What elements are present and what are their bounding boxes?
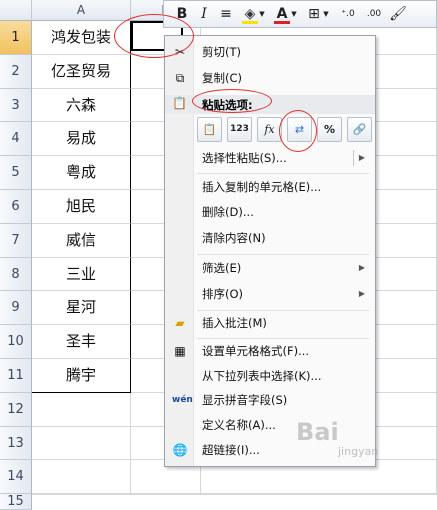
cell-a[interactable]: 星河 (32, 291, 131, 326)
menu-separator (197, 173, 369, 174)
menu-item-insert-comment-label: 插入批注(M) (202, 316, 267, 330)
row-header[interactable]: 13 (0, 426, 32, 461)
fill-color-icon[interactable]: ◈ (240, 4, 260, 24)
menu-item-define-name-label: 定义名称(A)... (202, 418, 276, 432)
submenu-arrow-icon: ▶ (358, 153, 365, 162)
menu-item-delete[interactable]: 删除(D)... (165, 204, 375, 222)
menu-item-pick-from-list-label: 从下拉列表中选择(K)... (202, 369, 322, 383)
phonetic-icon: wén (172, 395, 193, 405)
paste-values-button[interactable]: 123 (227, 117, 252, 142)
menu-item-insert-comment[interactable]: ▰ 插入批注(M) (165, 315, 375, 333)
row-header[interactable]: 8 (0, 257, 32, 292)
cell-a[interactable] (32, 392, 131, 427)
menu-item-hyperlink-label: 超链接(I)... (202, 443, 260, 457)
cell-a[interactable]: 粤成 (32, 156, 131, 190)
annotation-oval-active-cell (114, 14, 194, 58)
watermark-sub: jingyan (338, 445, 379, 458)
menu-item-format-cells-label: 设置单元格格式(F)... (202, 344, 310, 358)
hyperlink-globe-icon: 🌐 (172, 443, 188, 457)
row-header[interactable]: 10 (0, 325, 32, 359)
row-header[interactable]: 3 (0, 88, 32, 123)
cell-a[interactable]: 亿圣贸易 (32, 54, 131, 89)
menu-separator (197, 310, 369, 311)
borders-icon[interactable]: ⊞ (304, 4, 324, 24)
menu-separator (197, 254, 369, 255)
menu-item-format-cells[interactable]: ▦ 设置单元格格式(F)... (165, 343, 375, 361)
submenu-arrow-icon: ▶ (358, 263, 365, 272)
row-header[interactable]: 9 (0, 291, 32, 326)
row-header[interactable]: 5 (0, 156, 32, 190)
menu-item-pick-from-list[interactable]: 从下拉列表中选择(K)... (165, 368, 375, 386)
row-header[interactable]: 12 (0, 392, 32, 427)
paste-link-button[interactable]: 🔗 (347, 117, 372, 142)
row-header[interactable]: 7 (0, 223, 32, 258)
copy-icon: ⧉ (175, 71, 185, 85)
cell-a[interactable]: 圣丰 (32, 325, 131, 359)
watermark-logo: Bai (296, 418, 339, 446)
clipboard-icon: 📋 (172, 96, 187, 110)
menu-divider-bar (353, 150, 354, 166)
cell-a[interactable]: 旭民 (32, 190, 131, 224)
menu-item-filter-label: 筛选(E) (202, 261, 242, 275)
menu-item-cut[interactable]: ✂ 剪切(T) (165, 44, 375, 62)
italic-button[interactable]: I (194, 4, 214, 24)
menu-item-sort[interactable]: 排序(O) ▶ (165, 286, 375, 304)
menu-item-insert-copied-cells-label: 插入复制的单元格(E)... (202, 180, 322, 194)
cell-a[interactable]: 腾宇 (32, 359, 131, 393)
menu-item-define-name[interactable]: 定义名称(A)... (165, 417, 375, 435)
font-color-letter: A (276, 6, 288, 22)
decrease-decimal-icon[interactable]: .00 (362, 4, 386, 24)
menu-item-sort-label: 排序(O) (202, 287, 244, 301)
row-header[interactable]: 4 (0, 122, 32, 157)
menu-item-insert-copied-cells[interactable]: 插入复制的单元格(E)... (165, 179, 375, 197)
menu-item-cut-label: 剪切(T) (202, 45, 241, 59)
cell-a[interactable]: 三业 (32, 257, 131, 292)
paste-formatting-button[interactable]: % (317, 117, 342, 142)
menu-item-clear-contents-label: 清除内容(N) (202, 231, 266, 245)
menu-item-filter[interactable]: 筛选(E) ▶ (165, 260, 375, 278)
mini-toolbar: B I ≡ ◈ ▼ A ▼ ⊞ ▼ ⁺.0 .00 🖌 (163, 0, 437, 28)
annotation-oval-transpose (279, 110, 317, 152)
menu-item-clear-contents[interactable]: 清除内容(N) (165, 230, 375, 248)
cell-a[interactable] (32, 426, 131, 461)
borders-dropdown-icon[interactable]: ▼ (322, 4, 330, 24)
cell-a[interactable] (32, 494, 131, 496)
menu-item-paste-special[interactable]: 选择性粘贴(S)... ▶ (165, 150, 375, 168)
row-header[interactable]: 11 (0, 359, 32, 393)
cell-a[interactable] (32, 460, 131, 495)
cell-a[interactable]: 易成 (32, 122, 131, 157)
annotation-oval-paste-options (192, 89, 272, 113)
submenu-arrow-icon: ▶ (358, 289, 365, 298)
menu-separator (197, 338, 369, 339)
menu-item-copy-label: 复制(C) (202, 71, 243, 85)
row-header[interactable]: 2 (0, 54, 32, 89)
menu-item-copy[interactable]: ⧉ 复制(C) (165, 70, 375, 88)
comment-icon: ▰ (175, 316, 185, 330)
row-header[interactable]: 14 (0, 460, 32, 495)
cell-b[interactable] (131, 494, 201, 496)
menu-item-paste-special-label: 选择性粘贴(S)... (202, 151, 287, 165)
cell-a[interactable]: 威信 (32, 223, 131, 258)
font-color-button[interactable]: A (272, 4, 292, 24)
menu-item-show-phonetic-label: 显示拼音字段(S) (202, 393, 288, 407)
cell-c[interactable] (201, 494, 437, 496)
format-cells-icon: ▦ (174, 344, 186, 358)
column-header-a[interactable]: A (32, 0, 131, 21)
row-header[interactable]: 6 (0, 190, 32, 224)
increase-decimal-icon[interactable]: ⁺.0 (336, 4, 360, 24)
format-painter-icon[interactable]: 🖌 (388, 4, 408, 24)
cell-a[interactable]: 六森 (32, 88, 131, 123)
row-header[interactable]: 15 (0, 494, 32, 510)
menu-item-show-phonetic[interactable]: wén 显示拼音字段(S) (165, 392, 375, 410)
select-all-corner[interactable] (0, 0, 32, 21)
row-header[interactable]: 1 (0, 21, 32, 55)
align-center-icon[interactable]: ≡ (216, 4, 236, 24)
menu-item-delete-label: 删除(D)... (202, 205, 254, 219)
paste-button[interactable]: 📋 (197, 117, 222, 142)
font-color-dropdown-icon[interactable]: ▼ (290, 4, 298, 24)
fill-color-dropdown-icon[interactable]: ▼ (258, 4, 266, 24)
